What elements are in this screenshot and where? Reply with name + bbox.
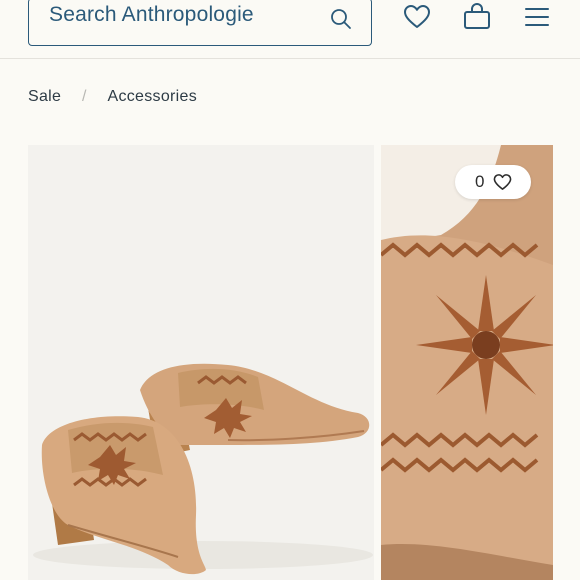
site-header: Search Anthropologie: [0, 0, 580, 59]
hamburger-menu-icon[interactable]: [522, 2, 552, 32]
wishlist-heart-icon[interactable]: [402, 2, 432, 32]
shopping-bag-icon[interactable]: [462, 2, 492, 32]
search-icon[interactable]: [329, 7, 353, 31]
heart-icon: [493, 174, 512, 190]
search-input[interactable]: Search Anthropologie: [28, 0, 372, 46]
breadcrumb-sale-link[interactable]: Sale: [28, 88, 61, 106]
breadcrumb: Sale / Accessories: [28, 88, 197, 110]
search-placeholder: Search Anthropologie: [49, 3, 254, 26]
like-count: 0: [475, 172, 485, 191]
breadcrumb-accessories-link[interactable]: Accessories: [107, 88, 197, 106]
product-photo-mules: [28, 145, 374, 580]
breadcrumb-separator: /: [81, 88, 87, 105]
product-image-main[interactable]: [28, 145, 374, 580]
product-photo-detail: [381, 145, 553, 580]
like-button[interactable]: 0: [455, 165, 531, 199]
product-image-detail[interactable]: [381, 145, 553, 580]
